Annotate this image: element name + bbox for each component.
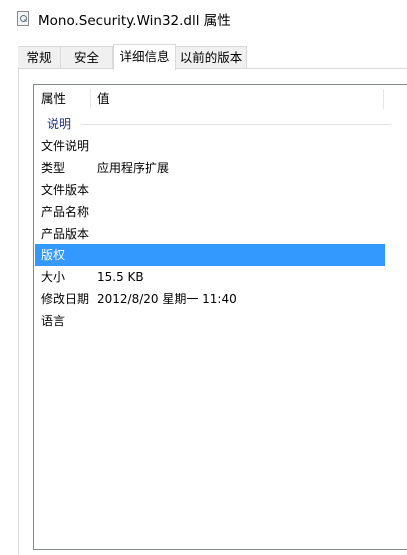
property-name: 类型 [41, 161, 66, 175]
column-divider[interactable] [383, 89, 384, 109]
property-name: 版权 [41, 248, 66, 262]
table-row-selected[interactable]: 版权 [35, 244, 385, 266]
tab-security[interactable]: 安全 [60, 46, 113, 69]
tab-general[interactable]: 常规 [18, 46, 61, 69]
table-row[interactable]: 修改日期 2012/8/20 星期一 11:40 [34, 288, 407, 310]
property-name: 文件版本 [41, 183, 90, 197]
property-value: 2012/8/20 星期一 11:40 [97, 292, 237, 306]
table-row[interactable]: 语言 [34, 310, 407, 332]
table-row[interactable]: 类型 应用程序扩展 [34, 157, 407, 179]
property-value: 应用程序扩展 [97, 161, 170, 175]
group-label: 说明 [47, 117, 72, 131]
column-header-property[interactable]: 属性 [41, 85, 91, 113]
file-properties-icon [17, 11, 29, 26]
column-divider[interactable] [90, 89, 91, 109]
property-value: 15.5 KB [97, 270, 144, 284]
tab-details[interactable]: 详细信息 [113, 44, 176, 70]
properties-window: Mono.Security.Win32.dll 属性 常规 安全 以前的版本 详… [0, 0, 407, 555]
property-name: 修改日期 [41, 292, 90, 306]
table-row[interactable]: 产品版本 [34, 223, 407, 245]
tab-previous-versions[interactable]: 以前的版本 [175, 46, 247, 69]
list-header: 属性 值 [34, 85, 407, 113]
table-row[interactable]: 文件版本 [34, 179, 407, 201]
group-divider [81, 124, 391, 125]
details-list[interactable]: 属性 值 说明 文件说明 类型 应用程序扩展 文件版本 产品名称 产品版本 版权… [33, 84, 407, 550]
property-name: 语言 [41, 314, 66, 328]
tab-strip: 常规 安全 以前的版本 详细信息 [0, 44, 407, 70]
property-name: 产品版本 [41, 227, 90, 241]
column-header-value[interactable]: 值 [97, 85, 377, 113]
property-name: 大小 [41, 270, 66, 284]
table-row[interactable]: 文件说明 [34, 135, 407, 157]
table-row[interactable]: 大小 15.5 KB [34, 266, 407, 288]
group-header-description[interactable]: 说明 [34, 113, 407, 135]
window-title: Mono.Security.Win32.dll 属性 [38, 13, 231, 29]
table-row[interactable]: 产品名称 [34, 201, 407, 223]
property-name: 产品名称 [41, 205, 90, 219]
title-bar[interactable]: Mono.Security.Win32.dll 属性 [0, 0, 407, 38]
property-name: 文件说明 [41, 139, 90, 153]
